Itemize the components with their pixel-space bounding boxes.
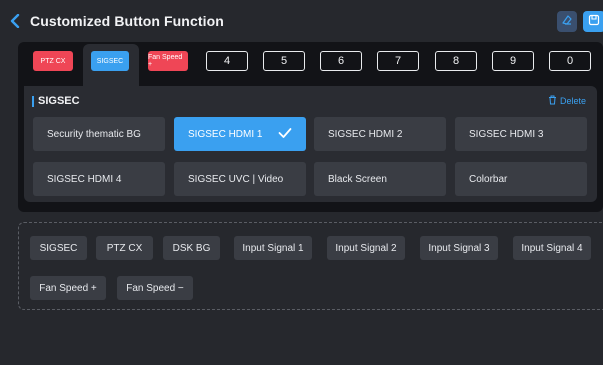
tab-label: 6 <box>337 55 345 67</box>
tab-label: PTZ CX <box>40 57 66 65</box>
chip-fan-speed-minus[interactable]: Fan Speed − <box>117 276 193 300</box>
option-sigsec-hdmi-3[interactable]: SIGSEC HDMI 3 <box>455 117 587 151</box>
chip-sigsec[interactable]: SIGSEC <box>30 236 87 260</box>
option-label: Security thematic BG <box>47 128 141 140</box>
chip-fan-speed-plus[interactable]: Fan Speed + <box>30 276 106 300</box>
header-bar: Customized Button Function <box>0 0 603 44</box>
tab-label: 8 <box>452 55 460 67</box>
tab-label: 7 <box>394 55 402 67</box>
chip-input-signal-2[interactable]: Input Signal 2 <box>327 236 405 260</box>
save-button[interactable] <box>583 11 603 32</box>
option-sigsec-hdmi-4[interactable]: SIGSEC HDMI 4 <box>33 162 165 196</box>
tab-0[interactable]: 0 <box>549 51 591 71</box>
tab-label: 5 <box>280 55 288 67</box>
checkmark-icon <box>278 127 292 142</box>
chip-input-signal-3[interactable]: Input Signal 3 <box>420 236 498 260</box>
eraser-button[interactable] <box>557 11 577 32</box>
option-label: SIGSEC HDMI 1 <box>188 128 263 140</box>
option-security-thematic-bg[interactable]: Security thematic BG <box>33 117 165 151</box>
tab-6[interactable]: 6 <box>320 51 362 71</box>
chip-input-signal-4[interactable]: Input Signal 4 <box>513 236 591 260</box>
tab-sigsec[interactable]: SIGSEC <box>91 51 129 71</box>
chip-label: SIGSEC <box>39 242 78 254</box>
section-accent-bar <box>32 96 34 107</box>
page-title: Customized Button Function <box>30 13 224 29</box>
option-sigsec-hdmi-1[interactable]: SIGSEC HDMI 1 <box>174 117 306 151</box>
save-icon <box>588 13 600 31</box>
option-label: SIGSEC HDMI 3 <box>469 128 544 140</box>
option-colorbar[interactable]: Colorbar <box>455 162 587 196</box>
chip-label: PTZ CX <box>106 242 143 254</box>
chip-label: Input Signal 4 <box>521 242 583 254</box>
tab-label: SIGSEC <box>96 57 124 65</box>
chip-dsk-bg[interactable]: DSK BG <box>163 236 220 260</box>
chip-label: Input Signal 1 <box>242 242 304 254</box>
tab-ptz-cx[interactable]: PTZ CX <box>33 51 73 71</box>
option-label: SIGSEC HDMI 4 <box>47 173 122 185</box>
option-label: Colorbar <box>469 173 508 185</box>
tab-9[interactable]: 9 <box>492 51 534 71</box>
chip-label: Fan Speed − <box>126 282 184 294</box>
tab-label: Fan Speed + <box>148 54 183 68</box>
option-label: SIGSEC HDMI 2 <box>328 128 403 140</box>
option-sigsec-uvc-video[interactable]: SIGSEC UVC | Video <box>174 162 306 196</box>
chip-ptz-cx[interactable]: PTZ CX <box>96 236 153 260</box>
chip-label: Fan Speed + <box>39 282 97 294</box>
chip-input-signal-1[interactable]: Input Signal 1 <box>234 236 312 260</box>
section-title: SIGSEC <box>38 95 80 107</box>
delete-label: Delete <box>560 96 587 106</box>
chip-label: Input Signal 3 <box>428 242 490 254</box>
tab-7[interactable]: 7 <box>377 51 419 71</box>
tab-fan-speed-plus[interactable]: Fan Speed + <box>148 51 188 71</box>
option-sigsec-hdmi-2[interactable]: SIGSEC HDMI 2 <box>314 117 446 151</box>
option-label: SIGSEC UVC | Video <box>188 173 284 185</box>
tab-label: 4 <box>223 55 231 67</box>
option-black-screen[interactable]: Black Screen <box>314 162 446 196</box>
tab-4[interactable]: 4 <box>206 51 248 71</box>
tab-8[interactable]: 8 <box>435 51 477 71</box>
chip-label: Input Signal 2 <box>335 242 397 254</box>
chevron-left-icon[interactable] <box>10 13 24 30</box>
chip-label: DSK BG <box>172 242 211 254</box>
tab-label: 0 <box>566 55 574 67</box>
trash-icon <box>548 95 557 107</box>
eraser-icon <box>561 13 573 31</box>
tab-label: 9 <box>509 55 517 67</box>
option-label: Black Screen <box>328 173 387 185</box>
delete-button[interactable]: Delete <box>548 95 586 107</box>
tab-5[interactable]: 5 <box>263 51 305 71</box>
